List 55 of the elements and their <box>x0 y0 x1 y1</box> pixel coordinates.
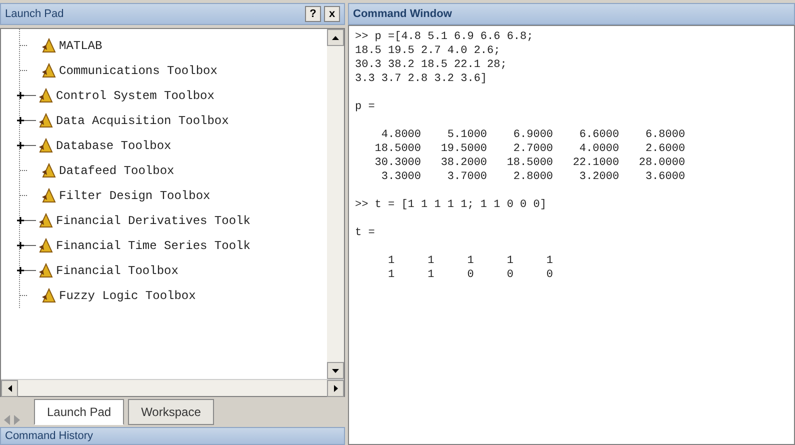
panel-title: Launch Pad <box>5 6 65 22</box>
plus-icon[interactable] <box>17 92 36 99</box>
console-line: 30.3 38.2 18.5 22.1 28; <box>355 58 508 72</box>
console-line: >> t = [1 1 1 1 1; 1 1 0 0 0] <box>355 198 548 212</box>
tree-item[interactable]: Control System Toolbox <box>56 86 214 104</box>
tree-item[interactable]: Communications Toolbox <box>59 62 218 80</box>
tree-item[interactable]: Financial Time Series Toolk <box>56 236 250 254</box>
toolbox-icon <box>38 262 54 278</box>
tree-item[interactable]: Financial Toolbox <box>56 262 178 280</box>
toolbox-icon <box>41 188 57 204</box>
panel-tab[interactable]: Launch Pad <box>34 399 124 425</box>
toolbox-icon <box>41 288 57 304</box>
console-line: 3.3000 3.7000 2.8000 3.2000 3.6000 <box>380 170 686 184</box>
tree-item[interactable]: Datafeed Toolbox <box>59 162 174 180</box>
close-button[interactable]: x <box>324 6 340 22</box>
scroll-right-icon[interactable] <box>334 385 338 392</box>
console-line: p = <box>355 100 376 114</box>
toolbox-icon <box>41 162 57 178</box>
console-line: 1 1 1 1 1 <box>387 254 554 268</box>
console-line: 3.3 3.7 2.8 3.2 3.6] <box>355 72 488 86</box>
plus-icon[interactable] <box>17 242 36 249</box>
scroll-down-icon[interactable] <box>332 368 339 372</box>
pin-button[interactable]: ? <box>305 6 321 22</box>
console-line: 1 1 0 0 0 <box>387 268 554 282</box>
tree-item[interactable]: MATLAB <box>59 36 102 54</box>
vertical-scrollbar[interactable] <box>327 29 344 379</box>
plus-icon[interactable] <box>17 117 36 124</box>
tree-item[interactable]: Fuzzy Logic Toolbox <box>59 286 196 304</box>
panel-title: Command Window <box>353 6 453 22</box>
tree-item[interactable]: Filter Design Toolbox <box>59 186 210 204</box>
panel-tab[interactable]: Workspace <box>128 399 214 425</box>
plus-icon[interactable] <box>17 217 36 224</box>
console-line: 18.5 19.5 2.7 4.0 2.6; <box>355 44 502 58</box>
console-line: t = <box>355 226 376 240</box>
plus-icon[interactable] <box>17 142 36 149</box>
scroll-left-icon[interactable] <box>8 385 12 392</box>
toolbox-icon <box>38 112 54 128</box>
console-line: 18.5000 19.5000 2.7000 4.0000 2.6000 <box>374 142 686 156</box>
panel-title: Command History <box>5 428 94 444</box>
console-line: >> p =[4.8 5.1 6.9 6.6 6.8; <box>355 30 534 44</box>
tree-item[interactable]: Database Toolbox <box>56 136 172 154</box>
tree-item[interactable]: Data Acquisition Toolbox <box>56 112 229 130</box>
toolbox-icon <box>38 88 54 104</box>
console-line: 30.3000 38.2000 18.5000 22.1000 28.0000 <box>374 156 686 170</box>
toolbox-icon <box>38 138 54 154</box>
plus-icon[interactable] <box>17 267 36 274</box>
toolbox-icon <box>38 212 54 228</box>
toolbox-icon <box>41 62 57 78</box>
command-window[interactable] <box>348 25 795 445</box>
console-line: 4.8000 5.1000 6.9000 6.6000 6.8000 <box>380 128 686 142</box>
toolbox-icon <box>41 38 57 54</box>
tree-item[interactable]: Financial Derivatives Toolk <box>56 212 250 230</box>
horizontal-scrollbar[interactable] <box>1 379 344 396</box>
toolbox-icon <box>38 238 54 254</box>
scroll-up-icon[interactable] <box>332 36 339 40</box>
